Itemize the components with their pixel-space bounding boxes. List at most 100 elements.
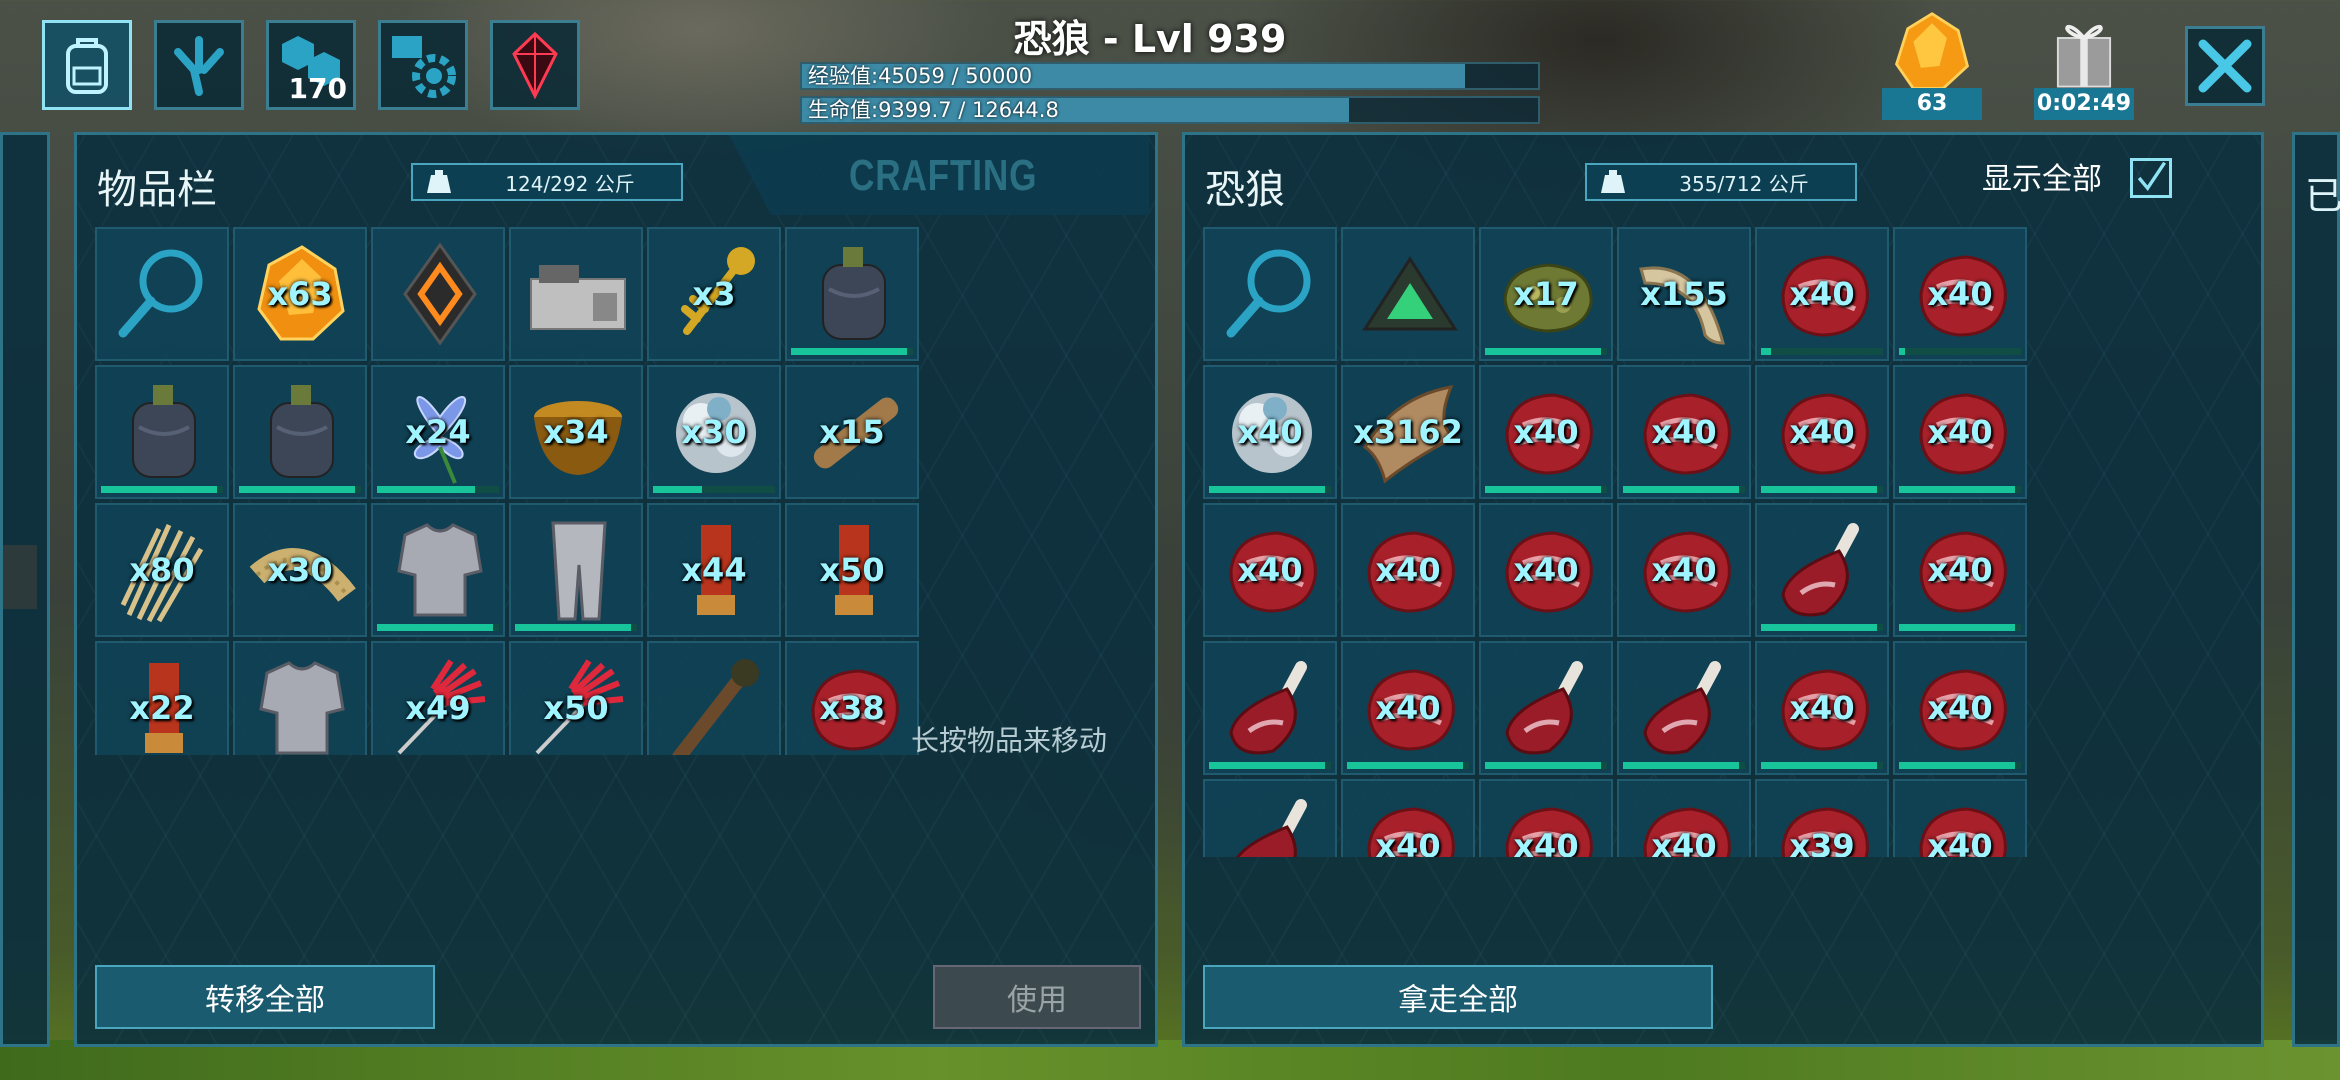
durability-bar [1761, 762, 1877, 769]
backpack-icon [66, 38, 108, 94]
dino-slot[interactable]: x40 [1341, 779, 1475, 857]
dino-slot[interactable]: x40 [1893, 641, 2027, 775]
dino-slot[interactable]: x40 [1203, 365, 1337, 499]
left-strip-slot [3, 545, 37, 609]
health-label: 生命值:9399.7 / 12644.8 [808, 98, 1059, 122]
inventory-slot[interactable]: x80 [95, 503, 229, 637]
durability-track [1899, 348, 2021, 355]
item-quantity: x40 [1375, 689, 1441, 727]
inventory-slot[interactable]: x34 [509, 365, 643, 499]
mutton-leg-icon [1781, 523, 1859, 617]
dino-slot[interactable]: x40 [1617, 779, 1751, 857]
item-quantity: x63 [267, 275, 333, 313]
dino-slot[interactable] [1341, 227, 1475, 361]
dino-slot[interactable]: x40 [1617, 365, 1751, 499]
dino-slot[interactable] [1203, 641, 1337, 775]
inventory-slot[interactable]: x50 [785, 503, 919, 637]
tek-tab-button[interactable] [490, 20, 580, 110]
dino-slot[interactable]: x40 [1893, 503, 2027, 637]
tek-crystal-icon [512, 31, 558, 100]
dino-grid-viewport[interactable]: x17 x155 x40 x40 x40 x3162 x40 x40 x40 x40 x40 x40 x… [1203, 227, 2033, 857]
inventory-slot[interactable] [95, 365, 229, 499]
inventory-grid: x63 x3 x24 x34 x30 x15 x80 x30 x44 x50 x22 x49 x50 x3… [95, 227, 919, 755]
inventory-tab-button[interactable] [42, 20, 132, 110]
transfer-all-button[interactable]: 转移全部 [95, 965, 435, 1029]
dino-slot[interactable]: x17 [1479, 227, 1613, 361]
item-quantity: x15 [819, 413, 885, 451]
inventory-slot[interactable]: x30 [233, 503, 367, 637]
inventory-slot[interactable] [371, 503, 505, 637]
dino-slot[interactable]: x155 [1617, 227, 1751, 361]
item-quantity: x40 [1375, 551, 1441, 589]
canteen-icon [132, 385, 196, 478]
inventory-slot[interactable]: x49 [371, 641, 505, 755]
dino-inventory-panel: 恐狼 355/712 公斤 x17 x155 x40 x40 x40 x3162 x40 x4… [1182, 132, 2264, 1047]
inventory-grid-viewport[interactable]: x63 x3 x24 x34 x30 x15 x80 x30 x44 x50 x22 x49 x50 x3… [95, 227, 925, 755]
dino-slot[interactable] [1755, 503, 1889, 637]
item-quantity: x40 [1927, 689, 1993, 727]
inventory-slot[interactable] [95, 227, 229, 361]
dino-slot[interactable] [1203, 779, 1337, 857]
inventory-slot[interactable]: x15 [785, 365, 919, 499]
inventory-slot[interactable] [509, 503, 643, 637]
dino-slot[interactable]: x40 [1479, 365, 1613, 499]
durability-bar [1485, 486, 1601, 493]
gift-timer[interactable]: 0:02:49 [2034, 10, 2134, 120]
element-shard-icon [1894, 12, 1970, 90]
tame-tab-button[interactable] [154, 20, 244, 110]
health-bar: 生命值:9399.7 / 12644.8 [800, 96, 1540, 124]
dino-slot[interactable]: x40 [1755, 641, 1889, 775]
settings-tab-button[interactable] [378, 20, 468, 110]
inventory-slot[interactable] [647, 641, 781, 755]
engram-tab-button[interactable]: 170 [266, 20, 356, 110]
crafting-tab[interactable]: CRAFTING [729, 135, 1149, 215]
item-quantity: x155 [1640, 275, 1728, 313]
use-button[interactable]: 使用 [933, 965, 1141, 1029]
dino-slot[interactable]: x40 [1893, 227, 2027, 361]
dino-slot[interactable]: x40 [1893, 365, 2027, 499]
tek-implant-icon [403, 242, 477, 346]
inventory-slot[interactable]: x38 [785, 641, 919, 755]
dino-slot[interactable]: x40 [1203, 503, 1337, 637]
item-quantity: x40 [1789, 413, 1855, 451]
dino-slot[interactable]: x40 [1755, 227, 1889, 361]
durability-bar [1623, 762, 1739, 769]
item-quantity: x40 [1789, 275, 1855, 313]
inventory-slot[interactable] [371, 227, 505, 361]
dino-slot[interactable] [1203, 227, 1337, 361]
dino-inventory-grid: x17 x155 x40 x40 x40 x3162 x40 x40 x40 x40 x40 x40 x… [1203, 227, 2027, 857]
inventory-slot[interactable]: x30 [647, 365, 781, 499]
dino-slot[interactable] [1617, 641, 1751, 775]
show-all-checkbox[interactable] [2130, 158, 2172, 198]
search-icon [1226, 249, 1311, 338]
dino-slot[interactable] [1479, 641, 1613, 775]
dino-slot[interactable]: x40 [1479, 779, 1613, 857]
dino-slot[interactable]: x40 [1341, 503, 1475, 637]
dino-slot[interactable]: x39 [1755, 779, 1889, 857]
inventory-slot[interactable]: x50 [509, 641, 643, 755]
item-quantity: x38 [819, 689, 885, 727]
inventory-slot[interactable] [233, 365, 367, 499]
inventory-slot[interactable] [785, 227, 919, 361]
inventory-slot[interactable]: x24 [371, 365, 505, 499]
dino-slot[interactable]: x40 [1755, 365, 1889, 499]
inventory-slot[interactable] [233, 641, 367, 755]
experience-label: 经验值:45059 / 50000 [808, 64, 1033, 88]
durability-bar [791, 348, 907, 355]
inventory-slot[interactable]: x63 [233, 227, 367, 361]
dino-slot[interactable]: x3162 [1341, 365, 1475, 499]
dino-slot[interactable]: x40 [1893, 779, 2027, 857]
inventory-slot[interactable]: x22 [95, 641, 229, 755]
inventory-slot[interactable]: x44 [647, 503, 781, 637]
player-inventory-panel: CRAFTING 物品栏 124/292 公斤 x63 x3 x24 x34 x30 x1… [74, 132, 1158, 1047]
close-button[interactable] [2185, 26, 2265, 106]
take-all-button[interactable]: 拿走全部 [1203, 965, 1713, 1029]
element-currency[interactable]: 63 [1882, 10, 1982, 120]
chest-armor-icon [259, 661, 345, 755]
dino-slot[interactable]: x40 [1479, 503, 1613, 637]
dino-slot[interactable]: x40 [1617, 503, 1751, 637]
inventory-slot[interactable]: x3 [647, 227, 781, 361]
move-hint: 长按物品来移动 [911, 724, 1108, 757]
inventory-slot[interactable] [509, 227, 643, 361]
dino-slot[interactable]: x40 [1341, 641, 1475, 775]
